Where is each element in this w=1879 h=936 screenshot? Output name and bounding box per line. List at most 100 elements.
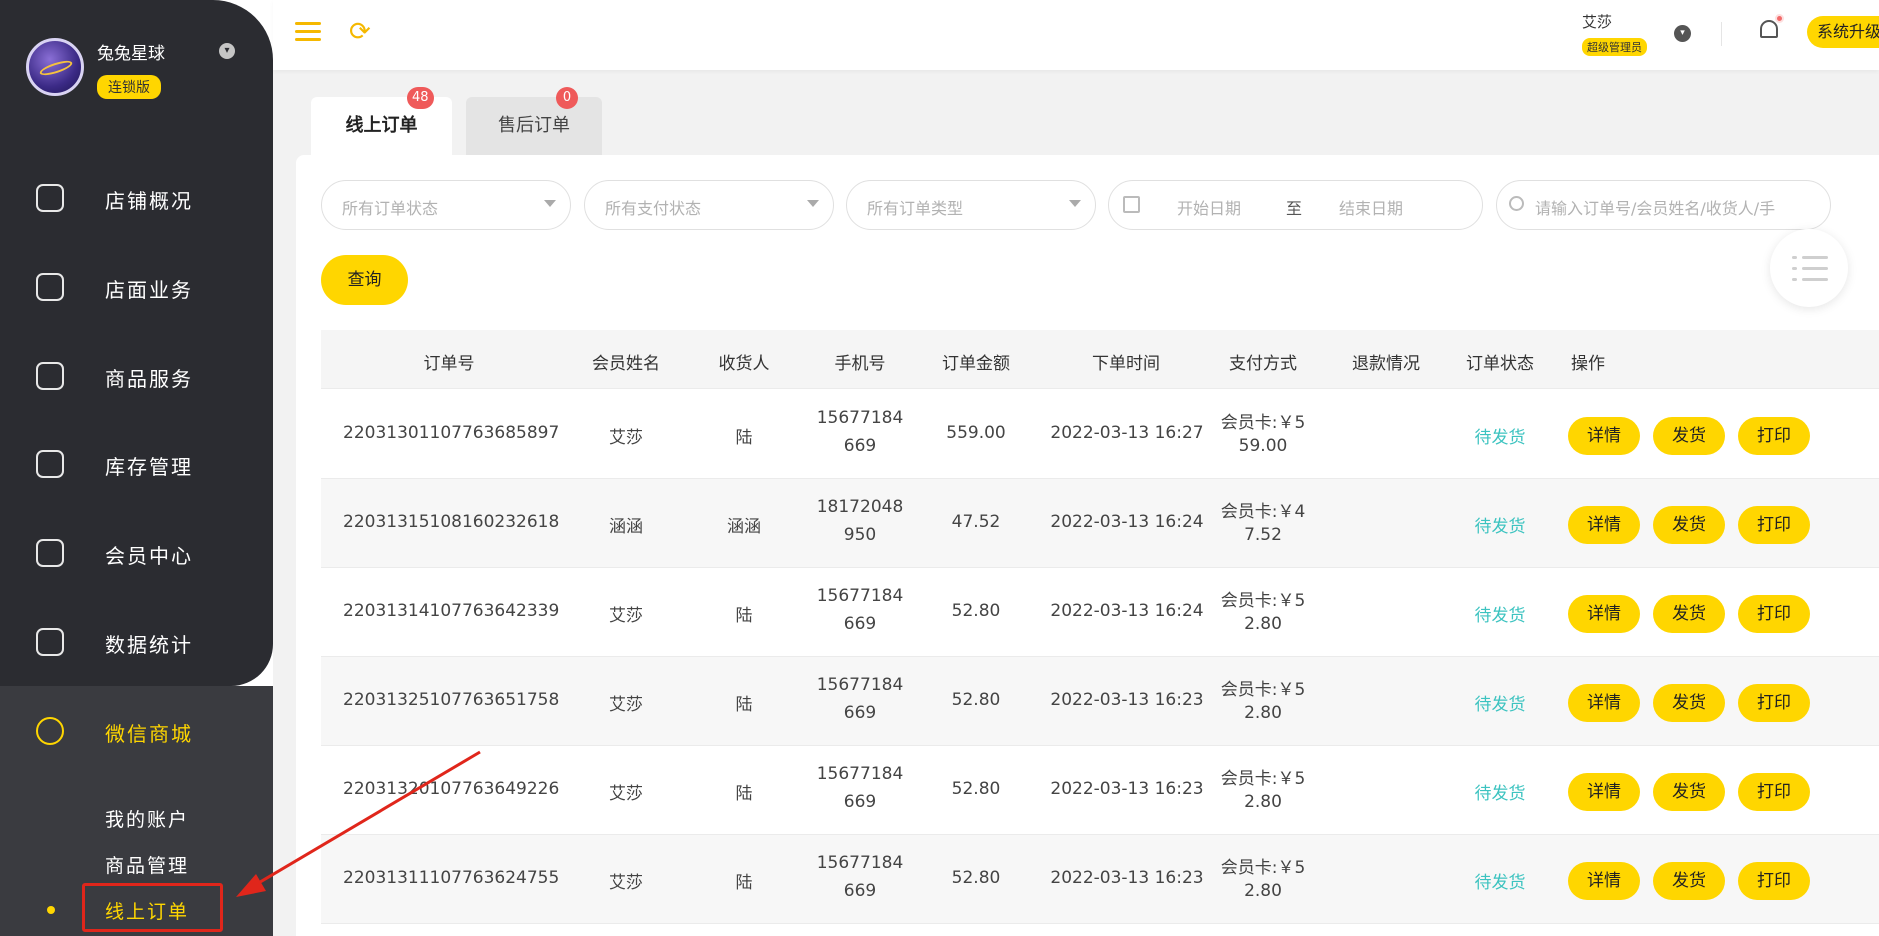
ship-button[interactable]: 发货 (1653, 773, 1725, 811)
cell-phone-line1: 15677184 (816, 408, 904, 428)
system-upgrade-button[interactable]: 系统升级 (1807, 16, 1879, 48)
table-row: 22031311107763624755 艾莎 陆 15677184 669 52.80 2… (321, 835, 1879, 924)
cell-order-status: 待发货 (1474, 517, 1526, 537)
cell-order-time: 2022-03-13 16:23 (1050, 868, 1204, 888)
cell-order-status: 待发货 (1474, 606, 1526, 626)
detail-button[interactable]: 详情 (1568, 417, 1640, 455)
cell-order-status: 待发货 (1474, 695, 1526, 715)
store-brand[interactable]: 兔兔星球 连锁版 ▾ (26, 38, 276, 108)
cell-pay-line1: 会员卡:￥5 (1220, 413, 1306, 433)
search-input[interactable]: 请输入订单号/会员姓名/收货人/手 (1496, 180, 1831, 230)
sidebar-item-label: 会员中心 (105, 544, 193, 568)
detail-button[interactable]: 详情 (1568, 773, 1640, 811)
sidebar-item-product-service[interactable]: 商品服务 (0, 346, 273, 406)
order-status-select[interactable]: 所有订单状态 (321, 180, 571, 230)
list-menu-button[interactable] (1770, 229, 1848, 307)
ship-button[interactable]: 发货 (1653, 506, 1725, 544)
ship-button[interactable]: 发货 (1653, 862, 1725, 900)
sidebar-item-inventory[interactable]: 库存管理 (0, 434, 273, 494)
cell-order-no: 22031311107763624755 (343, 868, 560, 888)
cell-pay-line2: 2.80 (1244, 881, 1282, 901)
tab-online-orders[interactable]: 线上订单 48 (311, 87, 452, 155)
cell-member-name: 涵涵 (609, 517, 643, 537)
cell-amount: 52.80 (951, 868, 1001, 888)
caret-down-icon (807, 200, 819, 207)
sidebar-item-member-center[interactable]: 会员中心 (0, 523, 273, 583)
sidebar-item-store-business[interactable]: 店面业务 (0, 257, 273, 317)
cell-order-status: 待发货 (1474, 784, 1526, 804)
cell-order-status: 待发货 (1474, 873, 1526, 893)
cell-phone-line2: 669 (843, 792, 877, 812)
order-type-select[interactable]: 所有订单类型 (846, 180, 1096, 230)
detail-button[interactable]: 详情 (1568, 595, 1640, 633)
chevron-down-icon[interactable]: ▾ (219, 43, 235, 59)
cell-order-time: 2022-03-13 16:23 (1050, 779, 1204, 799)
select-placeholder: 所有支付状态 (605, 199, 702, 218)
table-row: 22031315108160232618 涵涵 涵涵 18172048 950 47.52… (321, 479, 1879, 568)
monitor-icon (36, 184, 64, 212)
annotation-highlight-box (82, 883, 223, 932)
cell-pay-line1: 会员卡:￥5 (1220, 680, 1306, 700)
divider (1721, 22, 1722, 46)
user-name: 艾莎 (1582, 13, 1613, 31)
cell-pay-line1: 会员卡:￥5 (1220, 769, 1306, 789)
header-actions: 操作 (1571, 354, 1605, 374)
print-button[interactable]: 打印 (1738, 506, 1810, 544)
sidebar-item-label: 商品服务 (105, 367, 193, 391)
cell-pay-line1: 会员卡:￥4 (1220, 502, 1306, 522)
query-button[interactable]: 查询 (321, 255, 408, 305)
cell-receiver: 涵涵 (727, 517, 761, 537)
sidebar-item-statistics[interactable]: 数据统计 (0, 612, 273, 672)
print-button[interactable]: 打印 (1738, 595, 1810, 633)
cell-phone-line1: 15677184 (816, 853, 904, 873)
detail-button[interactable]: 详情 (1568, 684, 1640, 722)
print-button[interactable]: 打印 (1738, 684, 1810, 722)
refresh-icon[interactable]: ⟳ (349, 19, 375, 45)
notification-dot (1775, 14, 1784, 23)
cell-phone-line1: 18172048 (816, 497, 904, 517)
cell-order-no: 22031301107763685897 (343, 423, 560, 443)
start-date-input[interactable]: 开始日期 (1177, 195, 1241, 219)
print-button[interactable]: 打印 (1738, 773, 1810, 811)
tab-after-sales-orders[interactable]: 售后订单 0 (466, 87, 602, 155)
cell-phone-line1: 15677184 (816, 586, 904, 606)
pay-status-select[interactable]: 所有支付状态 (584, 180, 834, 230)
cell-order-no: 22031325107763651758 (343, 690, 560, 710)
detail-button[interactable]: 详情 (1568, 506, 1640, 544)
table-row: 22031325107763651758 艾莎 陆 15677184 669 52.80 2… (321, 657, 1879, 746)
submenu-product-management[interactable]: 商品管理 (105, 851, 189, 878)
menu-icon[interactable] (295, 22, 321, 42)
cell-order-no: 22031314107763642339 (343, 601, 560, 621)
sidebar-item-store-overview[interactable]: 店铺概况 (0, 168, 273, 228)
tab-label: 售后订单 (498, 115, 570, 136)
header-pay-method: 支付方式 (1229, 354, 1297, 374)
header-phone: 手机号 (834, 354, 886, 374)
sidebar-item-wechat-mall[interactable]: 微信商城 (0, 701, 273, 761)
select-placeholder: 所有订单类型 (867, 199, 964, 218)
print-button[interactable]: 打印 (1738, 417, 1810, 455)
wechat-icon (36, 717, 64, 745)
detail-button[interactable]: 详情 (1568, 862, 1640, 900)
chevron-down-icon[interactable]: ▾ (1674, 25, 1691, 42)
submenu-my-account[interactable]: 我的账户 (105, 805, 189, 832)
cell-phone-line1: 15677184 (816, 764, 904, 784)
ship-button[interactable]: 发货 (1653, 684, 1725, 722)
table-header: 订单号 会员姓名 收货人 手机号 订单金额 下单时间 支付方式 退款情况 订单状… (321, 330, 1879, 389)
cell-amount: 52.80 (951, 779, 1001, 799)
date-range-picker[interactable]: 开始日期 至 结束日期 (1108, 180, 1483, 230)
header-order-no: 订单号 (423, 354, 475, 374)
cell-order-no: 22031315108160232618 (343, 512, 560, 532)
top-bar: ⟳ 艾莎 超级管理员 ▾ 系统升级 (273, 0, 1879, 70)
cell-receiver: 陆 (735, 695, 753, 715)
ship-button[interactable]: 发货 (1653, 417, 1725, 455)
cell-amount: 52.80 (951, 601, 1001, 621)
ship-button[interactable]: 发货 (1653, 595, 1725, 633)
search-icon (1509, 196, 1524, 211)
sidebar-item-label: 库存管理 (105, 455, 193, 479)
chart-icon (36, 628, 64, 656)
print-button[interactable]: 打印 (1738, 862, 1810, 900)
cell-amount: 52.80 (951, 690, 1001, 710)
bell-icon[interactable] (1760, 20, 1778, 38)
end-date-input[interactable]: 结束日期 (1339, 195, 1403, 219)
header-order-status: 订单状态 (1466, 354, 1534, 374)
